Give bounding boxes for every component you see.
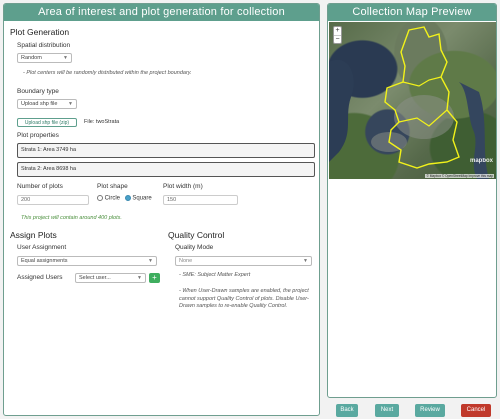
plot-generation-panel-header: Area of interest and plot generation for… <box>4 4 319 21</box>
zoom-controls: + − <box>333 26 342 44</box>
chevron-down-icon: ▼ <box>137 275 142 281</box>
zoom-out-button[interactable]: − <box>334 36 341 44</box>
strata-item: Strata 2: Area 8698 ha <box>17 162 315 177</box>
assigned-users-label: Assigned Users <box>17 274 63 281</box>
quality-mode-label: Quality Mode <box>175 244 214 251</box>
chevron-down-icon: ▼ <box>63 55 68 61</box>
upload-shp-button[interactable]: Upload shp file (zip) <box>17 118 77 127</box>
circle-radio[interactable] <box>97 195 103 201</box>
chevron-down-icon: ▼ <box>68 101 73 107</box>
urban-area <box>394 95 454 139</box>
square-radio-label: Square <box>132 195 152 202</box>
plot-shape-options: Circle Square <box>97 195 152 202</box>
quality-mode-select[interactable]: None ▼ <box>175 256 312 266</box>
user-assignment-label: User Assignment <box>17 244 67 251</box>
collection-map[interactable]: + − mapbox © Mapbox © OpenStreetMap Impr… <box>329 22 496 179</box>
sme-note: - SME: Subject Matter Expert <box>179 272 251 278</box>
spatial-distribution-label: Spatial distribution <box>17 42 71 49</box>
strata-item: Strata 1: Area 3749 ha <box>17 143 315 158</box>
next-button[interactable]: Next <box>375 404 399 417</box>
map-attribution[interactable]: © Mapbox © OpenStreetMap Improve this ma… <box>425 174 494 178</box>
square-radio[interactable] <box>124 195 131 201</box>
review-button[interactable]: Review <box>415 404 445 417</box>
water-area <box>459 82 489 179</box>
assign-plots-title: Assign Plots <box>10 230 57 240</box>
chevron-down-icon: ▼ <box>303 258 308 264</box>
cancel-button[interactable]: Cancel <box>461 404 491 417</box>
back-button[interactable]: Back <box>336 404 358 417</box>
select-user-dropdown[interactable]: Select user... ▼ <box>75 273 146 283</box>
map-preview-panel: Collection Map Preview + − mapbox © Mapb… <box>327 3 497 398</box>
plot-shape-label: Plot shape <box>97 183 128 190</box>
boundary-type-value: Upload shp file <box>21 101 58 107</box>
plot-width-label: Plot width (m) <box>163 183 203 190</box>
spatial-distribution-value: Random <box>21 55 42 61</box>
plot-width-input[interactable]: 150 <box>163 195 238 205</box>
zoom-in-button[interactable]: + <box>334 27 341 36</box>
plot-generation-panel: Area of interest and plot generation for… <box>3 3 320 416</box>
plot-generation-title: Plot Generation <box>10 27 70 37</box>
mapbox-logo: mapbox <box>469 158 493 164</box>
map-svg <box>329 26 489 179</box>
spatial-distribution-select[interactable]: Random ▼ <box>17 53 72 63</box>
plots-count-note: This project will contain around 400 plo… <box>21 215 122 221</box>
spatial-distribution-note: - Plot centers will be randomly distribu… <box>23 70 192 76</box>
file-name-label: File: twoStrata <box>84 119 120 125</box>
number-of-plots-input[interactable]: 200 <box>17 195 89 205</box>
quality-control-title: Quality Control <box>168 230 225 240</box>
add-user-button[interactable]: + <box>149 273 160 283</box>
select-user-placeholder: Select user... <box>79 275 111 281</box>
circle-radio-label: Circle <box>104 195 121 202</box>
boundary-type-select[interactable]: Upload shp file ▼ <box>17 99 77 109</box>
quality-control-warning: - When User-Drawn samples are enabled, t… <box>179 288 309 309</box>
number-of-plots-label: Number of plots <box>17 183 63 190</box>
boundary-type-label: Boundary type <box>17 88 59 95</box>
water-area <box>329 59 354 162</box>
chevron-down-icon: ▼ <box>148 258 153 264</box>
plot-properties-label: Plot properties <box>17 132 59 139</box>
quality-mode-value: None <box>179 258 193 264</box>
map-preview-header: Collection Map Preview <box>328 4 496 21</box>
user-assignment-value: Equal assignments <box>21 258 68 264</box>
user-assignment-select[interactable]: Equal assignments ▼ <box>17 256 157 266</box>
